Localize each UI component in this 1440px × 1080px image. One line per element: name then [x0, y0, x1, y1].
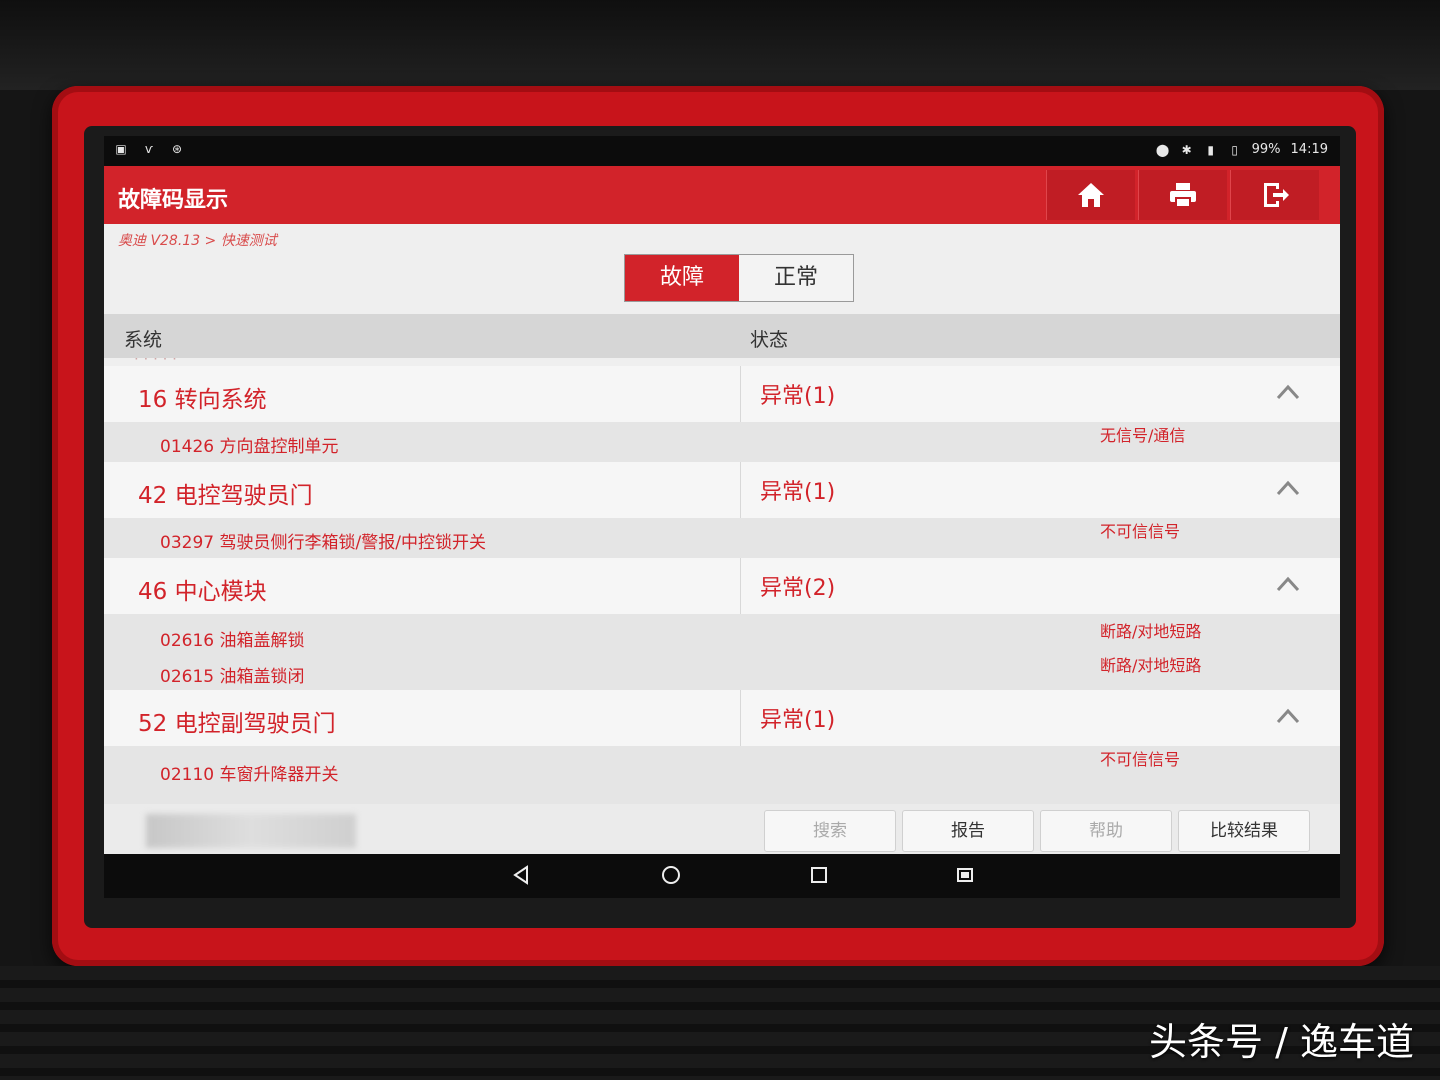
home-nav-icon[interactable] — [660, 864, 682, 886]
page-title: 故障码显示 — [118, 188, 229, 213]
tab-fault[interactable]: 故障 — [625, 255, 739, 301]
system-status: 异常(1) — [760, 708, 836, 733]
system-name: 16 转向系统 — [138, 387, 267, 413]
battery-icon: ▯ — [1231, 142, 1238, 157]
chevron-up-icon[interactable] — [1274, 570, 1302, 598]
tablet-screen: ▣ ѵ ⊛ ⬤ ✱ ▮ ▯ 99% 14:19 故障码显示 奥迪 V28.13 … — [104, 136, 1340, 898]
chevron-up-icon[interactable] — [1274, 378, 1302, 406]
watermark: 头条号 / 逸车道 — [1149, 1020, 1414, 1064]
print-button[interactable] — [1138, 170, 1227, 220]
column-divider — [740, 690, 741, 746]
column-status: 状态 — [750, 329, 789, 351]
column-divider — [740, 558, 741, 614]
fault-description: 断路/对地短路 — [1100, 622, 1202, 641]
screenshot-icon[interactable] — [954, 864, 976, 886]
fault-list[interactable]: · · · · · 16 转向系统 异常(1) 01426 方向盘控制单元 无信… — [104, 358, 1340, 804]
home-button[interactable] — [1046, 170, 1135, 220]
signal-icon: ▮ — [1207, 142, 1214, 157]
chevron-up-icon[interactable] — [1274, 474, 1302, 502]
fault-tab-group: 故障 正常 — [624, 254, 854, 302]
fault-description: 断路/对地短路 — [1100, 656, 1202, 675]
system-name: 42 电控驾驶员门 — [138, 483, 313, 509]
help-button[interactable]: 帮助 — [1040, 810, 1172, 852]
system-name: 52 电控副驾驶员门 — [138, 711, 336, 737]
bluetooth-icon: ✱ — [1181, 142, 1192, 157]
recents-icon[interactable] — [808, 864, 830, 886]
fault-code-row: 01426 方向盘控制单元 无信号/通信 — [104, 422, 1340, 462]
breadcrumb[interactable]: 奥迪 V28.13 > 快速测试 — [118, 230, 277, 250]
location-icon: ⬤ — [1155, 142, 1170, 157]
blurred-vin — [146, 814, 356, 848]
fault-code: 02616 油箱盖解锁 — [160, 631, 305, 651]
android-nav-bar — [104, 854, 1340, 898]
clock: 14:19 — [1290, 142, 1328, 157]
content-area: 奥迪 V28.13 > 快速测试 故障 正常 系统 状态 · · · · · 1… — [104, 224, 1340, 854]
column-header: 系统 状态 — [104, 314, 1340, 358]
back-icon[interactable] — [510, 864, 532, 886]
system-status: 异常(1) — [760, 480, 836, 505]
system-row[interactable]: 16 转向系统 异常(1) — [104, 366, 1340, 423]
fault-code-row: 02110 车窗升降器开关 不可信信号 — [104, 746, 1340, 804]
fault-code: 01426 方向盘控制单元 — [160, 437, 339, 457]
column-divider — [740, 366, 741, 422]
system-name: 46 中心模块 — [138, 579, 267, 605]
fault-code: 02615 油箱盖锁闭 — [160, 667, 305, 687]
action-bar: 搜索 报告 帮助 比较结果 — [104, 804, 1340, 854]
system-row[interactable]: 46 中心模块 异常(2) — [104, 558, 1340, 615]
fault-description: 不可信信号 — [1100, 750, 1181, 769]
fault-code-row: 02616 油箱盖解锁 断路/对地短路 02615 油箱盖锁闭 断路/对地短路 — [104, 614, 1340, 690]
chevron-up-icon[interactable] — [1274, 702, 1302, 730]
tab-normal[interactable]: 正常 — [739, 255, 853, 301]
image-notification-icon: ▣ — [115, 142, 127, 156]
fault-description: 不可信信号 — [1100, 522, 1181, 541]
battery-percent: 99% — [1251, 142, 1281, 157]
fault-description: 无信号/通信 — [1100, 426, 1186, 445]
report-button[interactable]: 报告 — [902, 810, 1034, 852]
search-button[interactable]: 搜索 — [764, 810, 896, 852]
title-bar: 故障码显示 — [104, 166, 1340, 224]
bluetooth-notification-icon: ⊛ — [171, 142, 183, 156]
column-divider — [740, 462, 741, 518]
fault-code-row: 03297 驾驶员侧行李箱锁/警报/中控锁开关 不可信信号 — [104, 518, 1340, 558]
compare-results-button[interactable]: 比较结果 — [1178, 810, 1310, 852]
fault-code: 03297 驾驶员侧行李箱锁/警报/中控锁开关 — [160, 533, 486, 553]
fault-code: 02110 车窗升降器开关 — [160, 765, 339, 785]
printer-icon — [1170, 183, 1196, 208]
home-icon — [1078, 183, 1104, 207]
system-row[interactable]: 52 电控副驾驶员门 异常(1) — [104, 690, 1340, 747]
system-row[interactable]: 42 电控驾驶员门 异常(1) — [104, 462, 1340, 519]
status-bar: ▣ ѵ ⊛ ⬤ ✱ ▮ ▯ 99% 14:19 — [104, 136, 1340, 166]
usb-debug-icon: ѵ — [145, 142, 153, 156]
exit-icon — [1264, 183, 1289, 207]
column-system: 系统 — [124, 329, 163, 351]
device-top — [0, 0, 1440, 90]
system-status: 异常(1) — [760, 384, 836, 409]
system-status: 异常(2) — [760, 576, 836, 601]
exit-button[interactable] — [1230, 170, 1319, 220]
